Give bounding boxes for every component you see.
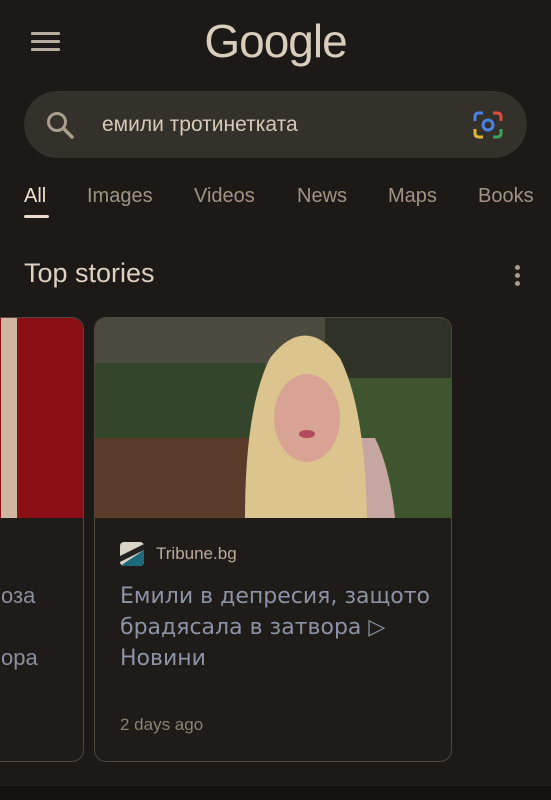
story-thumbnail [95, 318, 451, 518]
story-headline-fragment: ора [1, 645, 38, 670]
tab-images[interactable]: Images [87, 185, 153, 208]
story-headline-fragment: оза [1, 583, 36, 608]
tab-all[interactable]: All [24, 185, 46, 208]
google-lens-icon[interactable] [471, 109, 505, 141]
search-icon[interactable] [44, 109, 76, 141]
tab-books[interactable]: Books [478, 185, 534, 208]
search-input[interactable]: емили тротинетката [102, 91, 298, 158]
story-thumbnail [0, 318, 83, 518]
source-favicon [120, 542, 144, 566]
top-stories-title: Top stories [24, 258, 155, 288]
story-card-partial[interactable]: оза ора [0, 317, 84, 762]
bottom-edge [0, 786, 551, 800]
more-options-icon[interactable] [510, 262, 524, 288]
search-box[interactable]: емили тротинетката [24, 91, 527, 158]
google-logo[interactable]: Google [0, 14, 551, 68]
header: Google [0, 0, 551, 90]
search-tabs: All Images Videos News Maps Books [0, 176, 551, 226]
story-timestamp: 2 days ago [120, 715, 204, 734]
tab-maps[interactable]: Maps [388, 185, 437, 208]
story-headline[interactable]: Емили в депресия, защото брадясала в зат… [120, 581, 440, 674]
tab-news[interactable]: News [297, 185, 347, 208]
story-source: Tribune.bg [156, 544, 237, 563]
tab-active-indicator [24, 215, 49, 218]
tab-videos[interactable]: Videos [194, 185, 255, 208]
story-card[interactable]: Tribune.bg Емили в депресия, защото брад… [94, 317, 452, 762]
